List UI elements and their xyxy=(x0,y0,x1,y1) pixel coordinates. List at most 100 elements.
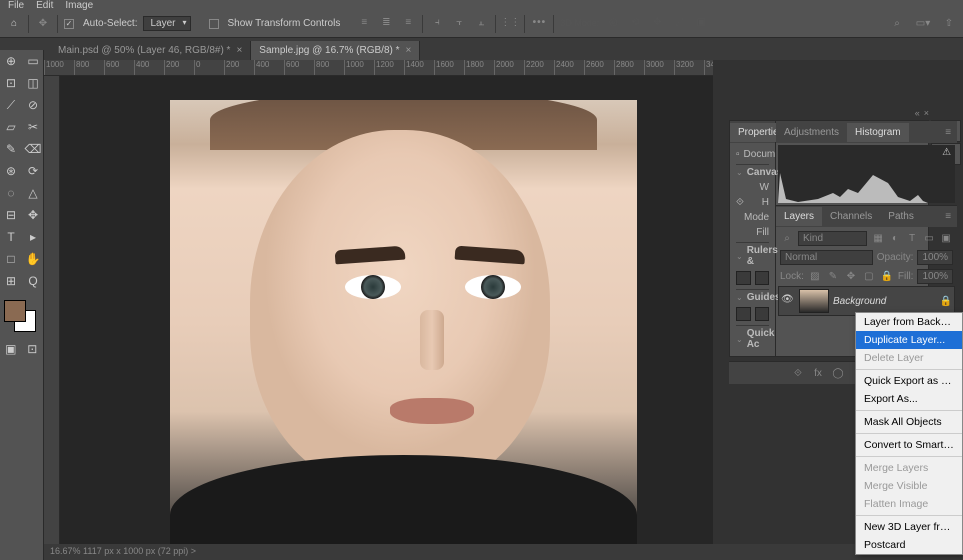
document-tab-active[interactable]: Sample.jpg @ 16.7% (RGB/8) * × xyxy=(251,41,420,60)
align-center-h-icon[interactable]: ≣ xyxy=(378,15,394,31)
pixel-filter-icon[interactable]: ▦ xyxy=(871,232,885,246)
foreground-color-swatch[interactable] xyxy=(4,300,26,322)
image-canvas[interactable] xyxy=(170,100,637,544)
ctx-item[interactable]: Postcard xyxy=(856,536,962,554)
adjustment-filter-icon[interactable]: ◐ xyxy=(888,232,902,246)
tool-19[interactable]: ✋ xyxy=(22,248,44,270)
menu-bar[interactable]: File Edit Image xyxy=(0,0,963,10)
lock-all-icon[interactable]: 🔒 xyxy=(880,270,894,284)
tool-10[interactable]: ⊛ xyxy=(0,160,22,182)
lock-paint-icon[interactable]: ✎ xyxy=(826,270,840,284)
channels-tab[interactable]: Channels xyxy=(822,207,880,226)
tool-0[interactable]: ⊕ xyxy=(0,50,22,72)
align-left-icon[interactable]: ≡ xyxy=(356,15,372,31)
align-bottom-icon[interactable]: ⫠ xyxy=(473,15,489,31)
tool-2[interactable]: ⊡ xyxy=(0,72,22,94)
tool-14[interactable]: ⊟ xyxy=(0,204,22,226)
tool-5[interactable]: ⊘ xyxy=(22,94,44,116)
rulers-section-label[interactable]: Rulers & xyxy=(747,245,778,267)
ctx-item[interactable]: Quick Export as PNG xyxy=(856,372,962,390)
close-icon[interactable]: × xyxy=(236,45,242,56)
menu-item[interactable]: File xyxy=(8,0,24,10)
ruler-toggle-icon[interactable] xyxy=(736,271,751,285)
ctx-item[interactable]: Duplicate Layer... xyxy=(856,331,962,349)
tool-20[interactable]: ⊞ xyxy=(0,270,22,292)
layers-tab[interactable]: Layers xyxy=(776,207,822,226)
align-center-v-icon[interactable]: ⫟ xyxy=(451,15,467,31)
home-icon[interactable]: ⌂ xyxy=(6,16,22,32)
tool-8[interactable]: ✎ xyxy=(0,138,22,160)
more-options-icon[interactable]: ••• xyxy=(531,15,547,31)
auto-select-dropdown[interactable]: Layer xyxy=(143,16,190,31)
tool-7[interactable]: ✂ xyxy=(22,116,44,138)
tool-16[interactable]: T xyxy=(0,226,22,248)
distribute-icon[interactable]: ⋮⋮ xyxy=(502,15,518,31)
guides-icon-2[interactable] xyxy=(755,307,770,321)
menu-item[interactable]: Edit xyxy=(36,0,53,10)
quick-actions-label[interactable]: Quick Ac xyxy=(747,328,775,350)
guides-icon-1[interactable] xyxy=(736,307,751,321)
smart-filter-icon[interactable]: ▣ xyxy=(939,232,953,246)
ctx-item[interactable]: Layer from Background... xyxy=(856,313,962,331)
screen-mode-icon[interactable]: ⊡ xyxy=(22,338,44,360)
align-top-icon[interactable]: ⫞ xyxy=(429,15,445,31)
fx-icon[interactable]: fx xyxy=(811,366,825,380)
fill-value[interactable]: 100% xyxy=(917,269,953,284)
mask-icon[interactable]: ◯ xyxy=(831,366,845,380)
ctx-item[interactable]: Mask All Objects xyxy=(856,413,962,431)
lock-transparency-icon[interactable]: ▨ xyxy=(808,270,822,284)
move-tool-icon[interactable]: ✥ xyxy=(35,16,51,32)
align-right-icon[interactable]: ≡ xyxy=(400,15,416,31)
quick-mask-icon[interactable]: ▣ xyxy=(0,338,22,360)
search-icon[interactable]: ⌕ xyxy=(889,16,905,32)
menu-item[interactable]: Image xyxy=(65,0,93,10)
share-icon[interactable]: ⇧ xyxy=(941,16,957,32)
layer-name[interactable]: Background xyxy=(833,296,886,307)
tool-6[interactable]: ▱ xyxy=(0,116,22,138)
ruler-vertical[interactable] xyxy=(44,76,60,544)
warning-icon[interactable]: ⚠ xyxy=(942,147,951,158)
ruler-horizontal[interactable]: 1000800600400200020040060080010001200140… xyxy=(44,60,713,76)
tool-12[interactable]: ◌ xyxy=(0,182,22,204)
type-filter-icon[interactable]: T xyxy=(905,232,919,246)
auto-select-checkbox[interactable] xyxy=(64,19,74,29)
ctx-item[interactable]: New 3D Layer from File... xyxy=(856,518,962,536)
panel-menu-icon[interactable]: ≡ xyxy=(939,211,957,222)
tool-15[interactable]: ✥ xyxy=(22,204,44,226)
tool-17[interactable]: ▸ xyxy=(22,226,44,248)
shape-filter-icon[interactable]: ▭ xyxy=(922,232,936,246)
tool-1[interactable]: ▭ xyxy=(22,50,44,72)
close-panels-icon[interactable]: × xyxy=(924,108,929,118)
tool-18[interactable]: □ xyxy=(0,248,22,270)
ctx-item[interactable]: Export As... xyxy=(856,390,962,408)
blend-mode-dropdown[interactable]: Normal xyxy=(780,250,873,265)
document-tab[interactable]: Main.psd @ 50% (Layer 46, RGB/8#) * × xyxy=(50,41,251,60)
tool-9[interactable]: ⌫ xyxy=(22,138,44,160)
histogram-tab[interactable]: Histogram xyxy=(847,123,909,142)
visibility-icon[interactable]: 👁 xyxy=(781,294,795,308)
link-layers-icon[interactable]: ⟐ xyxy=(791,366,805,380)
adjustments-tab[interactable]: Adjustments xyxy=(776,123,847,142)
tool-3[interactable]: ◫ xyxy=(22,72,44,94)
filter-icon[interactable]: ⌕ xyxy=(780,232,794,246)
color-swatches[interactable] xyxy=(4,300,36,332)
opacity-value[interactable]: 100% xyxy=(917,250,953,265)
filter-kind-dropdown[interactable]: Kind xyxy=(798,231,867,246)
tool-13[interactable]: △ xyxy=(22,182,44,204)
paths-tab[interactable]: Paths xyxy=(880,207,922,226)
panel-menu-icon[interactable]: ≡ xyxy=(939,127,957,138)
canvas-area[interactable] xyxy=(60,76,713,544)
collapse-panels-icon[interactable]: « xyxy=(915,108,920,118)
lock-position-icon[interactable]: ✥ xyxy=(844,270,858,284)
layer-thumbnail[interactable] xyxy=(799,289,829,313)
grid-toggle-icon[interactable] xyxy=(755,271,770,285)
ctx-item[interactable]: Convert to Smart Object xyxy=(856,436,962,454)
show-transform-checkbox[interactable] xyxy=(209,19,219,29)
tool-21[interactable]: Q xyxy=(22,270,44,292)
close-icon[interactable]: × xyxy=(406,45,412,56)
lock-artboard-icon[interactable]: ▢ xyxy=(862,270,876,284)
tool-11[interactable]: ⟳ xyxy=(22,160,44,182)
workspace-icon[interactable]: ▭▾ xyxy=(915,16,931,32)
link-icon[interactable]: ⟐ xyxy=(736,197,744,208)
tool-4[interactable]: ⟋ xyxy=(0,94,22,116)
